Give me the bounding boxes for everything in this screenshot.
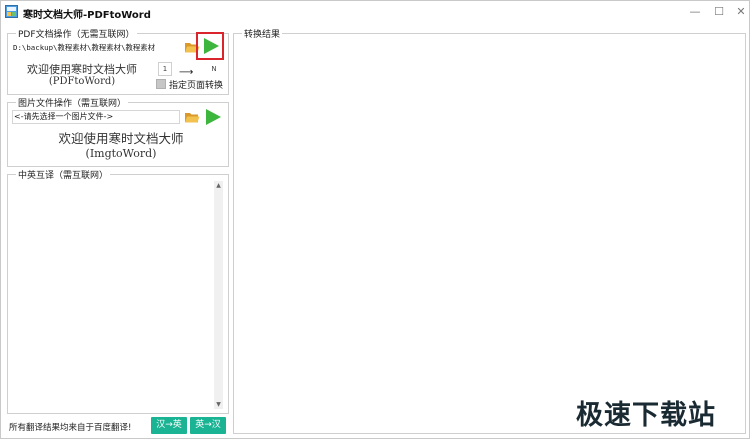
pdf-welcome-line2: (PDFtoWord) (48, 76, 116, 87)
conversion-result-group: 转换结果 (233, 27, 746, 434)
translation-scrollbar[interactable]: ▲ ▼ (214, 181, 223, 409)
pdf-welcome-line1: 欢迎使用寒时文档大师 (27, 63, 137, 76)
close-button[interactable]: ✕ (733, 4, 749, 20)
site-watermark: 极速下载站 (576, 400, 716, 431)
maximize-button[interactable]: ☐ (711, 4, 727, 20)
chinese-to-english-button[interactable]: 汉→英 (151, 417, 187, 434)
title-bar: 寒时文档大师-PDFtoWord — ☐ ✕ (1, 1, 749, 23)
scroll-up-icon[interactable]: ▲ (214, 181, 223, 190)
specify-page-checkbox[interactable] (156, 79, 166, 89)
img-group-title: 图片文件操作（需互联网） (16, 96, 129, 109)
translation-note: 所有翻译结果均来自于百度翻译! (9, 423, 132, 433)
img-welcome-line2: (ImgtoWord) (85, 147, 157, 160)
specify-page-label: 指定页面转换 (169, 81, 224, 91)
english-to-chinese-button[interactable]: 英→汉 (190, 417, 226, 434)
pdf-start-play-icon[interactable] (202, 37, 220, 55)
pdf-welcome-text: 欢迎使用寒时文档大师 (PDFtoWord) (12, 64, 152, 88)
scroll-down-icon[interactable]: ▼ (214, 400, 223, 409)
image-path-input[interactable]: <-请先选择一个图片文件-> (12, 110, 180, 124)
minimize-button[interactable]: — (687, 4, 703, 20)
open-image-folder-icon[interactable] (184, 110, 200, 124)
image-operation-group: 图片文件操作（需互联网） <-请先选择一个图片文件-> 欢迎使用寒时文档大师 (… (7, 96, 229, 167)
trans-group-title: 中英互译（需互联网） (16, 168, 111, 181)
pdf-group-title: PDF文档操作（无需互联网） (16, 27, 137, 40)
translation-textarea[interactable] (10, 181, 225, 411)
image-start-play-icon[interactable] (204, 108, 222, 126)
img-welcome-text: 欢迎使用寒时文档大师 (ImgtoWord) (16, 131, 226, 161)
page-start-input[interactable]: 1 (158, 62, 172, 76)
page-range-arrow: ⟶ (179, 67, 194, 78)
window-title: 寒时文档大师-PDFtoWord (23, 10, 151, 21)
app-icon (5, 5, 18, 18)
img-welcome-line1: 欢迎使用寒时文档大师 (58, 131, 184, 146)
result-group-title: 转换结果 (242, 27, 283, 40)
translation-group: 中英互译（需互联网） ▲ ▼ (7, 168, 229, 414)
app-window: 寒时文档大师-PDFtoWord — ☐ ✕ PDF文档操作（无需互联网） D:… (0, 0, 750, 439)
pdf-path-input[interactable]: D:\backup\教程素材\教程素材\教程素材 (13, 41, 183, 54)
page-end-input[interactable]: N (207, 62, 221, 76)
pdf-operation-group: PDF文档操作（无需互联网） D:\backup\教程素材\教程素材\教程素材 … (7, 27, 229, 95)
